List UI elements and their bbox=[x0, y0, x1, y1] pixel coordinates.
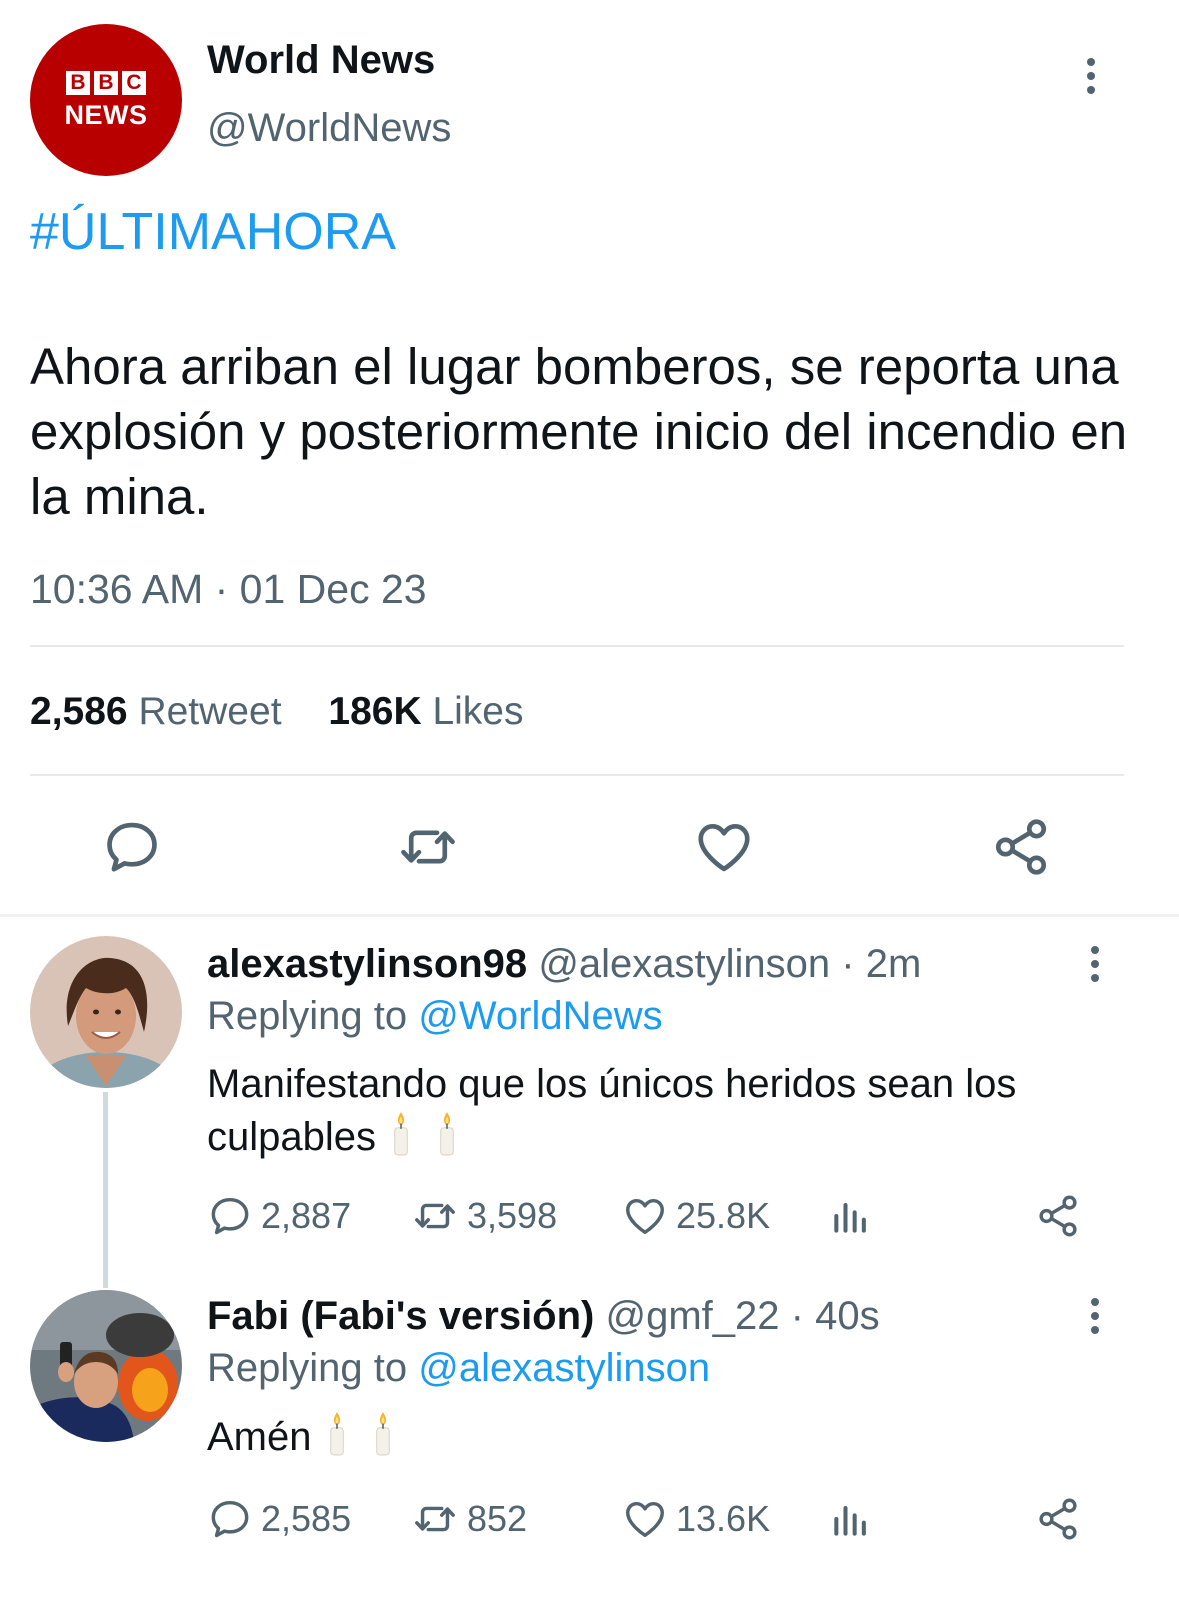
retweet-count: 3,598 bbox=[467, 1195, 558, 1236]
replying-to-link[interactable]: @alexastylinson bbox=[418, 1346, 710, 1390]
reply-header: alexastylinson98 @alexastylinson · 2m bbox=[207, 942, 921, 987]
views-button[interactable] bbox=[829, 1193, 873, 1239]
more-icon[interactable] bbox=[1080, 1296, 1110, 1336]
reply-text: Manifestando que los únicos heridos sean… bbox=[207, 1058, 1107, 1163]
reply-header: Fabi (Fabi's versión) @gmf_22 · 40s bbox=[207, 1294, 880, 1339]
views-bar-chart-icon bbox=[829, 1496, 873, 1542]
share-button[interactable] bbox=[1035, 1193, 1081, 1239]
retweet-icon[interactable] bbox=[397, 816, 459, 878]
reply-icon[interactable] bbox=[101, 816, 163, 878]
more-icon[interactable] bbox=[1080, 944, 1110, 984]
logo-block: C bbox=[122, 71, 146, 95]
heart-icon bbox=[622, 1496, 668, 1542]
divider bbox=[30, 774, 1124, 776]
author-name[interactable]: World News bbox=[207, 38, 435, 83]
retweet-icon bbox=[411, 1496, 459, 1542]
reply-actions: 2,887 3,598 25.8K bbox=[207, 1193, 1087, 1241]
divider bbox=[30, 645, 1124, 647]
heart-icon[interactable] bbox=[693, 816, 755, 878]
likes-count: 186K bbox=[328, 690, 422, 733]
hashtag-link[interactable]: #ÚLTIMAHORA bbox=[30, 202, 396, 262]
logo-word: NEWS bbox=[64, 100, 148, 130]
candle-emoji-icon bbox=[436, 1110, 458, 1156]
retweet-count: 852 bbox=[467, 1498, 528, 1539]
candle-emoji-icon bbox=[390, 1110, 412, 1156]
more-icon[interactable] bbox=[1078, 56, 1104, 96]
like-button[interactable]: 25.8K bbox=[622, 1193, 770, 1239]
tweet-text: Ahora arriban el lugar bomberos, se repo… bbox=[30, 338, 1128, 525]
avatar[interactable]: B B C NEWS bbox=[30, 24, 182, 176]
logo-block: B bbox=[94, 71, 118, 95]
reply-icon bbox=[207, 1193, 253, 1239]
share-icon bbox=[1035, 1193, 1081, 1239]
reply-actions: 2,585 852 13.6K bbox=[207, 1496, 1087, 1544]
avatar[interactable] bbox=[30, 936, 182, 1088]
avatar[interactable] bbox=[30, 1290, 182, 1442]
author-handle[interactable]: @WorldNews bbox=[207, 106, 451, 151]
like-count: 25.8K bbox=[676, 1195, 771, 1236]
reply-author-handle[interactable]: @alexastylinson bbox=[538, 942, 830, 986]
reply-author-name[interactable]: alexastylinson98 bbox=[207, 942, 527, 986]
reply-author-handle[interactable]: @gmf_22 bbox=[606, 1294, 780, 1338]
retweet-label[interactable]: Retweet bbox=[138, 690, 281, 733]
replying-to: Replying to @WorldNews bbox=[207, 994, 663, 1039]
reply-text: Amén bbox=[207, 1410, 1107, 1463]
reply-button[interactable]: 2,887 bbox=[207, 1193, 351, 1239]
reply-icon bbox=[207, 1496, 253, 1542]
replying-to-link[interactable]: @WorldNews bbox=[418, 994, 662, 1038]
replying-prefix: Replying to bbox=[207, 994, 408, 1038]
thread-line bbox=[103, 1092, 108, 1288]
views-bar-chart-icon bbox=[829, 1193, 873, 1239]
reply-author-name[interactable]: Fabi (Fabi's versión) bbox=[207, 1294, 594, 1338]
replying-to: Replying to @alexastylinson bbox=[207, 1346, 710, 1391]
tweet-stats: 2,586 Retweet 186K Likes bbox=[30, 690, 524, 734]
reply-count: 2,585 bbox=[261, 1498, 352, 1539]
logo-block: B bbox=[66, 71, 90, 95]
retweet-count: 2,586 bbox=[30, 690, 128, 733]
reply-time: · 2m bbox=[841, 942, 922, 986]
like-count: 13.6K bbox=[676, 1498, 771, 1539]
likes-label[interactable]: Likes bbox=[432, 690, 523, 733]
reply-text-content: Manifestando que los únicos heridos sean… bbox=[207, 1062, 1017, 1159]
reply-button[interactable]: 2,585 bbox=[207, 1496, 351, 1542]
replying-prefix: Replying to bbox=[207, 1346, 408, 1390]
candle-emoji-icon bbox=[372, 1410, 394, 1456]
retweet-icon bbox=[411, 1193, 459, 1239]
candle-emoji-icon bbox=[326, 1410, 348, 1456]
share-icon[interactable] bbox=[990, 816, 1052, 878]
retweet-button[interactable]: 3,598 bbox=[411, 1193, 557, 1239]
retweet-button[interactable]: 852 bbox=[411, 1496, 527, 1542]
reply-text-content: Amén bbox=[207, 1415, 312, 1459]
bbc-news-logo: B B C bbox=[66, 71, 146, 95]
divider bbox=[0, 914, 1179, 917]
like-button[interactable]: 13.6K bbox=[622, 1496, 770, 1542]
reply-time: · 40s bbox=[790, 1294, 880, 1338]
reply-count: 2,887 bbox=[261, 1195, 352, 1236]
tweet-timestamp: 10:36 AM · 01 Dec 23 bbox=[30, 566, 427, 612]
views-button[interactable] bbox=[829, 1496, 873, 1542]
heart-icon bbox=[622, 1193, 668, 1239]
share-icon bbox=[1035, 1496, 1081, 1542]
share-button[interactable] bbox=[1035, 1496, 1081, 1542]
